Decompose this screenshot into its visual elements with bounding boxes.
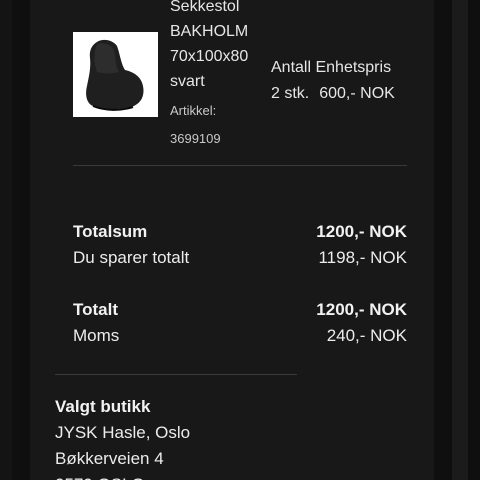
totalsum-row: Totalsum 1200,- NOK <box>73 219 407 245</box>
store-heading: Valgt butikk <box>55 397 151 416</box>
totalsum-label: Totalsum <box>73 222 148 241</box>
product-size-line: 70x100x80 <box>170 48 249 65</box>
price-header: Antall Enhetspris <box>271 59 392 76</box>
savings-value: 1198,- NOK <box>318 248 407 267</box>
product-divider <box>73 165 407 166</box>
store-divider <box>55 374 297 375</box>
total-value: 1200,- NOK <box>316 300 407 319</box>
unit-price-value: 600,- NOK <box>319 85 395 102</box>
store-street: Bøkkerveien 4 <box>55 449 164 468</box>
store-postal: 0579 OSLO <box>55 472 415 480</box>
left-background-strip <box>0 0 12 480</box>
vat-label: Moms <box>73 326 120 345</box>
order-summary-page: Sekkestol BAKHOLM 70x100x80 svart Artikk… <box>0 0 480 480</box>
product-name-line: BAKHOLM <box>170 23 249 40</box>
product-name[interactable]: Sekkestol BAKHOLM 70x100x80 svart <box>170 0 270 94</box>
price-values: 2 stk. 600,- NOK <box>271 82 395 106</box>
selected-store: Valgt butikk JYSK Hasle, Oslo Bøkkerveie… <box>55 394 415 480</box>
article-number: 3699109 <box>170 131 221 146</box>
vat-row: Moms 240,- NOK <box>73 323 407 349</box>
product-color-line: svart <box>170 73 205 90</box>
total-label: Totalt <box>73 300 119 319</box>
total-row: Totalt 1200,- NOK <box>73 297 407 323</box>
product-name-line: Sekkestol <box>170 0 240 15</box>
vat-value: 240,- NOK <box>326 326 407 345</box>
totalsum-value: 1200,- NOK <box>316 222 407 241</box>
right-scroll-strip <box>452 0 468 480</box>
quantity-value: 2 stk. <box>271 85 310 102</box>
product-line-item: Sekkestol BAKHOLM 70x100x80 svart Artikk… <box>73 0 407 160</box>
savings-row: Du sparer totalt 1198,- NOK <box>73 245 407 271</box>
store-name: JYSK Hasle, Oslo <box>55 423 191 442</box>
savings-label: Du sparer totalt <box>73 248 190 267</box>
bean-bag-chair-image[interactable] <box>73 32 158 117</box>
article-label: Artikkel: <box>170 103 217 118</box>
